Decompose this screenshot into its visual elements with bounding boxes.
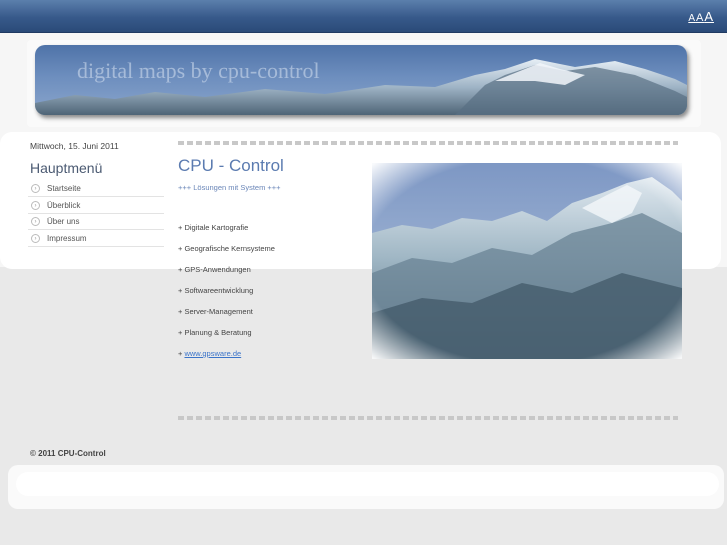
menu-item-label: Überblick	[47, 200, 81, 210]
font-size-large-button[interactable]: A	[704, 9, 714, 24]
service-link-item: + www.gpsware.de	[178, 348, 275, 369]
mountain-photo	[372, 163, 682, 359]
chevron-right-icon: ›	[31, 200, 40, 210]
main-menu: › Startseite › Überblick › Über uns › Impres…	[28, 181, 164, 247]
bottom-dashed-divider	[178, 416, 678, 420]
main-menu-title: Hauptmenü	[30, 160, 103, 176]
footer-bar	[16, 472, 719, 496]
font-size-small-button[interactable]: A	[688, 13, 696, 24]
top-bar: AAA	[0, 0, 727, 33]
menu-item-ueber-uns[interactable]: › Über uns	[28, 214, 164, 231]
service-item: + GPS-Anwendungen	[178, 265, 251, 274]
chevron-right-icon: ›	[31, 217, 40, 227]
banner-title: digital maps by cpu-control	[77, 58, 320, 83]
slogan: +++ Lösungen mit System +++	[178, 183, 281, 192]
service-item: + Geografische Kernsysteme	[178, 244, 275, 253]
service-item: + Server-Management	[178, 307, 253, 316]
top-dashed-divider	[178, 141, 678, 145]
menu-item-label: Impressum	[47, 233, 87, 243]
current-date: Mittwoch, 15. Juni 2011	[30, 141, 119, 151]
gpsware-link[interactable]: www.gpsware.de	[184, 349, 241, 358]
header-banner: digital maps by cpu-control	[35, 45, 687, 115]
menu-item-startseite[interactable]: › Startseite	[28, 181, 164, 197]
page-title: CPU - Control	[178, 156, 284, 175]
service-item: + Planung & Beratung	[178, 328, 252, 337]
menu-item-ueberblick[interactable]: › Überblick	[28, 198, 164, 214]
font-size-switcher: AAA	[688, 9, 714, 24]
service-item: + Digitale Kartografie	[178, 223, 249, 232]
menu-item-label: Startseite	[47, 184, 81, 193]
menu-item-impressum[interactable]: › Impressum	[28, 231, 164, 247]
menu-item-label: Über uns	[47, 217, 80, 227]
chevron-right-icon: ›	[31, 184, 40, 193]
service-item: + Softwareentwicklung	[178, 286, 254, 295]
services-list: + Digitale Kartografie + Geografische Ke…	[178, 222, 275, 369]
copyright: © 2011 CPU-Control	[30, 449, 106, 458]
chevron-right-icon: ›	[31, 233, 40, 243]
